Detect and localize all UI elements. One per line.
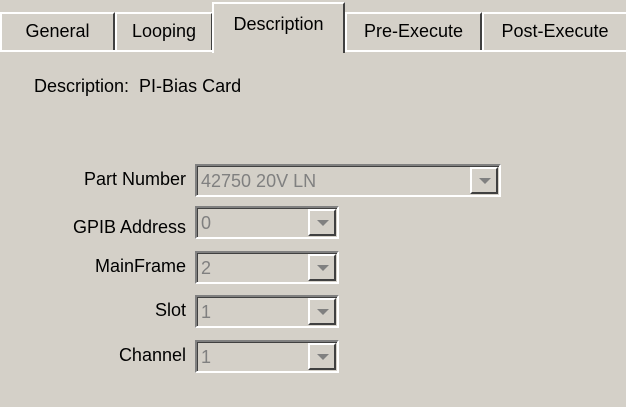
tab-general-label: General [25, 21, 90, 41]
slot-row: Slot [0, 290, 186, 330]
mainframe-row: MainFrame [0, 246, 186, 286]
mainframe-label: MainFrame [94, 256, 186, 276]
tab-description-label: Description [233, 14, 324, 34]
description-label: Description: [34, 76, 130, 96]
gpib-address-dropdown-button[interactable] [308, 209, 336, 236]
mainframe-dropdown-button[interactable] [308, 254, 336, 281]
description-line: Description: PI-Bias Card [34, 76, 241, 97]
slot-select[interactable]: 1 [195, 295, 339, 328]
tab-post-execute[interactable]: Post-Execute [482, 12, 626, 52]
slot-label: Slot [154, 300, 186, 320]
mainframe-select[interactable]: 2 [195, 251, 339, 284]
description-value: PI-Bias Card [139, 76, 242, 96]
tab-looping[interactable]: Looping [115, 12, 213, 52]
tab-looping-label: Looping [131, 21, 197, 41]
tab-general[interactable]: General [0, 12, 115, 52]
slot-dropdown-button[interactable] [308, 298, 336, 325]
tab-post-execute-label: Post-Execute [501, 21, 609, 41]
slot-value: 1 [201, 302, 212, 322]
tab-pre-execute-label: Pre-Execute [363, 21, 464, 41]
channel-dropdown-button[interactable] [308, 343, 336, 370]
gpib-address-row: GPIB Address [0, 207, 186, 247]
chevron-down-icon [317, 354, 329, 360]
gpib-address-value: 0 [201, 213, 212, 233]
part-number-value: 42750 20V LN [201, 171, 317, 191]
part-number-select[interactable]: 42750 20V LN [195, 164, 501, 197]
gpib-address-label: GPIB Address [72, 217, 186, 237]
gpib-address-select[interactable]: 0 [195, 206, 339, 239]
tab-description[interactable]: Description [212, 2, 345, 53]
channel-select[interactable]: 1 [195, 340, 339, 373]
tab-pre-execute[interactable]: Pre-Execute [345, 12, 482, 52]
channel-label: Channel [118, 345, 186, 365]
chevron-down-icon [317, 220, 329, 226]
description-panel: Description: PI-Bias Card Part Number 427… [0, 52, 626, 407]
tab-strip: General Looping Description Pre-Execute … [0, 0, 626, 53]
chevron-down-icon [317, 309, 329, 315]
channel-value: 1 [201, 347, 212, 367]
channel-row: Channel [0, 335, 186, 375]
chevron-down-icon [317, 265, 329, 271]
part-number-label: Part Number [83, 169, 186, 189]
chevron-down-icon [479, 178, 491, 184]
part-number-dropdown-button[interactable] [470, 167, 498, 194]
part-number-row: Part Number [0, 159, 186, 199]
mainframe-value: 2 [201, 258, 212, 278]
